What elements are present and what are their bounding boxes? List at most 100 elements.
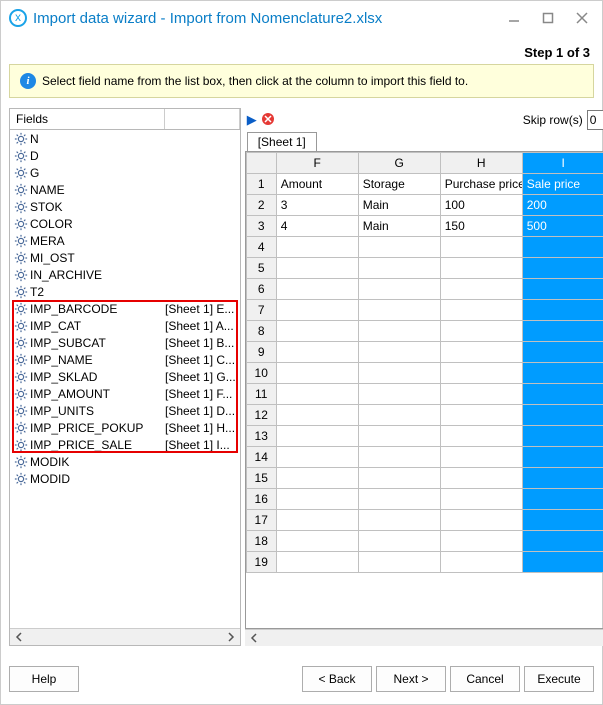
field-row[interactable]: COLOR <box>10 215 240 232</box>
cell[interactable] <box>522 258 603 279</box>
cell[interactable] <box>276 426 358 447</box>
sheet-scroll-left-icon[interactable] <box>247 631 261 645</box>
cell[interactable] <box>358 405 440 426</box>
sheet-h-scrollbar[interactable] <box>245 629 603 646</box>
next-button[interactable]: Next > <box>376 666 446 692</box>
field-row[interactable]: IMP_PRICE_SALE[Sheet 1] I... <box>10 436 240 453</box>
cell[interactable] <box>522 279 603 300</box>
row-header[interactable]: 1 <box>246 174 276 195</box>
cell[interactable] <box>440 531 522 552</box>
cell[interactable] <box>440 279 522 300</box>
cell[interactable] <box>522 300 603 321</box>
cell[interactable] <box>522 531 603 552</box>
cell[interactable] <box>276 510 358 531</box>
cell[interactable] <box>276 321 358 342</box>
row-header[interactable]: 14 <box>246 447 276 468</box>
cell[interactable] <box>276 342 358 363</box>
field-row[interactable]: G <box>10 164 240 181</box>
cell[interactable] <box>522 489 603 510</box>
col-header[interactable]: H <box>440 153 522 174</box>
cell[interactable]: Main <box>358 195 440 216</box>
h-scrollbar[interactable] <box>10 628 240 645</box>
col-header[interactable]: I <box>522 153 603 174</box>
cell[interactable] <box>440 321 522 342</box>
cancel-button[interactable]: Cancel <box>450 666 520 692</box>
cell[interactable]: 100 <box>440 195 522 216</box>
field-row[interactable]: IMP_UNITS[Sheet 1] D... <box>10 402 240 419</box>
field-row[interactable]: MERA <box>10 232 240 249</box>
cell[interactable] <box>440 258 522 279</box>
cell[interactable]: 500 <box>522 216 603 237</box>
minimize-button[interactable] <box>502 7 526 29</box>
cell[interactable] <box>276 552 358 573</box>
cell[interactable] <box>358 426 440 447</box>
cell[interactable] <box>522 510 603 531</box>
row-header[interactable]: 8 <box>246 321 276 342</box>
col-header[interactable]: G <box>358 153 440 174</box>
field-row[interactable]: N <box>10 130 240 147</box>
row-header[interactable]: 5 <box>246 258 276 279</box>
cell[interactable] <box>440 237 522 258</box>
row-header[interactable]: 9 <box>246 342 276 363</box>
field-row[interactable]: STOK <box>10 198 240 215</box>
row-header[interactable]: 6 <box>246 279 276 300</box>
cell[interactable]: 4 <box>276 216 358 237</box>
cell[interactable] <box>276 300 358 321</box>
cell[interactable]: 3 <box>276 195 358 216</box>
play-icon[interactable]: ▶ <box>247 112 257 128</box>
field-row[interactable]: MODID <box>10 470 240 487</box>
cell[interactable] <box>276 468 358 489</box>
row-header[interactable]: 4 <box>246 237 276 258</box>
cell[interactable] <box>358 300 440 321</box>
cell[interactable] <box>440 552 522 573</box>
cell[interactable] <box>358 279 440 300</box>
row-header[interactable]: 2 <box>246 195 276 216</box>
cell[interactable] <box>358 489 440 510</box>
cell[interactable] <box>276 279 358 300</box>
cell[interactable] <box>522 342 603 363</box>
field-row[interactable]: IMP_CAT[Sheet 1] A... <box>10 317 240 334</box>
cell[interactable] <box>440 426 522 447</box>
cell[interactable]: Purchase price <box>440 174 522 195</box>
cell[interactable] <box>358 510 440 531</box>
cell[interactable] <box>358 384 440 405</box>
help-button[interactable]: Help <box>9 666 79 692</box>
cell[interactable] <box>276 447 358 468</box>
cell[interactable] <box>522 468 603 489</box>
cell[interactable] <box>440 363 522 384</box>
cell[interactable] <box>358 342 440 363</box>
cell[interactable] <box>522 447 603 468</box>
cell[interactable]: Storage <box>358 174 440 195</box>
row-header[interactable]: 13 <box>246 426 276 447</box>
scroll-left-icon[interactable] <box>12 630 26 644</box>
field-row[interactable]: MI_OST <box>10 249 240 266</box>
cell[interactable]: Main <box>358 216 440 237</box>
cell[interactable] <box>440 342 522 363</box>
cell[interactable]: Amount <box>276 174 358 195</box>
cell[interactable] <box>440 489 522 510</box>
cell[interactable]: 200 <box>522 195 603 216</box>
row-header[interactable]: 19 <box>246 552 276 573</box>
cell[interactable] <box>276 237 358 258</box>
row-header[interactable]: 17 <box>246 510 276 531</box>
cell[interactable] <box>522 237 603 258</box>
field-row[interactable]: MODIK <box>10 453 240 470</box>
row-header[interactable]: 10 <box>246 363 276 384</box>
sheet-grid[interactable]: FGHI1AmountStoragePurchase priceSale pri… <box>245 151 603 629</box>
field-row[interactable]: IMP_SUBCAT[Sheet 1] B... <box>10 334 240 351</box>
cell[interactable] <box>276 384 358 405</box>
cell[interactable] <box>440 384 522 405</box>
cell[interactable] <box>276 405 358 426</box>
cell[interactable] <box>358 258 440 279</box>
fields-list[interactable]: NDGNAMESTOKCOLORMERAMI_OSTIN_ARCHIVET2IM… <box>10 130 240 628</box>
field-row[interactable]: T2 <box>10 283 240 300</box>
field-row[interactable]: D <box>10 147 240 164</box>
cell[interactable] <box>276 258 358 279</box>
cell[interactable]: 150 <box>440 216 522 237</box>
col-header[interactable]: F <box>276 153 358 174</box>
field-row[interactable]: IMP_SKLAD[Sheet 1] G... <box>10 368 240 385</box>
cell[interactable] <box>358 363 440 384</box>
cell[interactable] <box>440 300 522 321</box>
field-row[interactable]: IMP_AMOUNT[Sheet 1] F... <box>10 385 240 402</box>
cell[interactable] <box>440 447 522 468</box>
